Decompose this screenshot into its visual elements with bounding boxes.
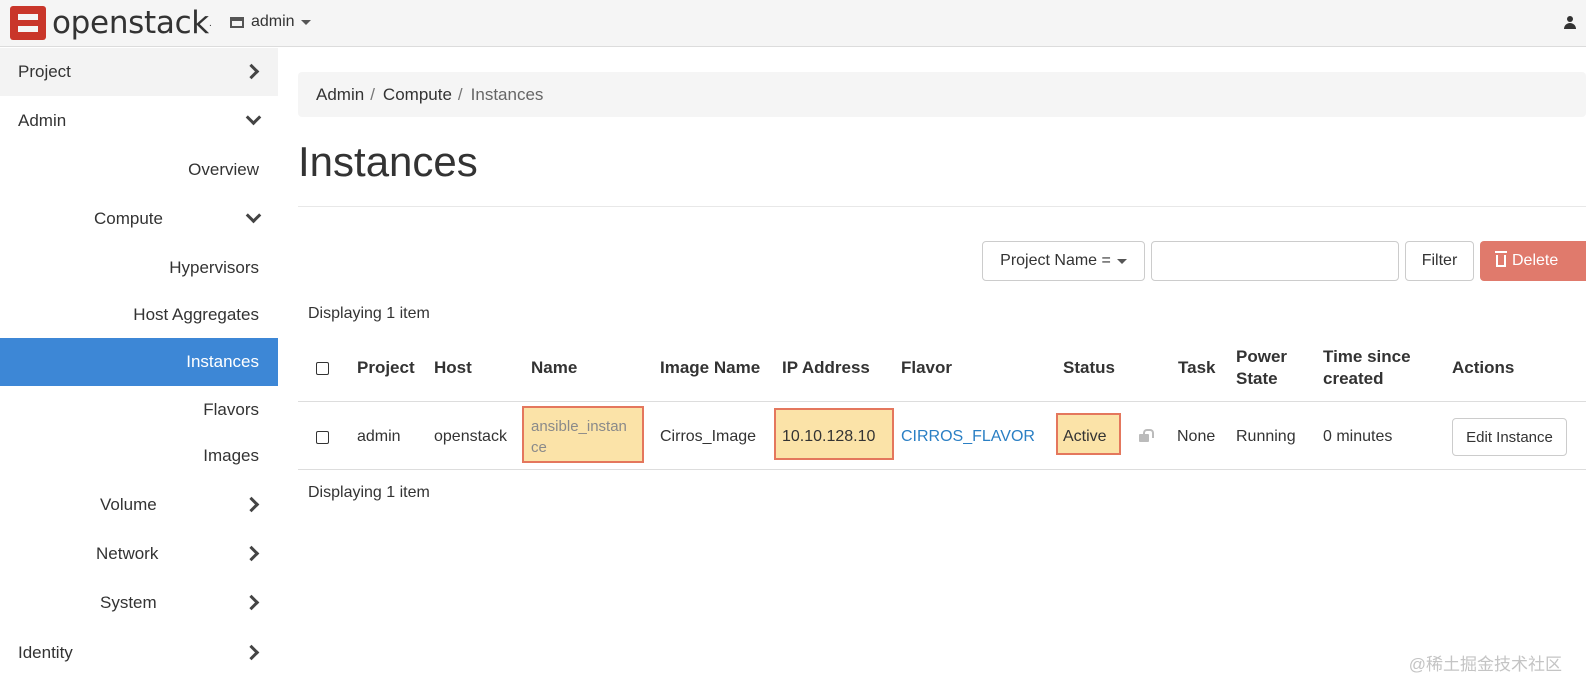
- column-header-ip-address[interactable]: IP Address: [782, 357, 870, 379]
- breadcrumb-separator: /: [370, 84, 375, 104]
- brand-name: openstack: [52, 5, 209, 41]
- column-header-power-state[interactable]: Power State: [1236, 346, 1287, 390]
- column-header-status[interactable]: Status: [1063, 357, 1115, 379]
- breadcrumb-compute[interactable]: Compute: [383, 85, 452, 105]
- sidebar-item-instances[interactable]: Instances: [0, 338, 278, 386]
- sidebar-item-system[interactable]: System: [0, 579, 278, 627]
- chevron-down-icon: [244, 113, 260, 129]
- sidebar-item-label: Admin: [18, 111, 67, 130]
- sidebar-item-label: Images: [203, 446, 259, 465]
- cell-task: None: [1177, 428, 1216, 445]
- sidebar-item-volume[interactable]: Volume: [0, 481, 278, 529]
- column-header-time-since-line1: Time since: [1323, 347, 1411, 366]
- table-row-divider: [298, 401, 1586, 402]
- chevron-right-icon: [244, 497, 260, 513]
- sidebar-item-label: Compute: [94, 209, 163, 228]
- caret-down-icon: [1116, 258, 1127, 264]
- sidebar-item-overview[interactable]: Overview: [0, 146, 278, 194]
- chevron-right-icon: [244, 595, 260, 611]
- sidebar-item-host-aggregates[interactable]: Host Aggregates: [0, 291, 278, 339]
- breadcrumb-admin[interactable]: Admin: [316, 85, 364, 105]
- row-checkbox[interactable]: [316, 431, 329, 444]
- server-icon: [230, 16, 244, 28]
- sidebar-item-label: Network: [96, 544, 159, 563]
- user-icon[interactable]: [1564, 16, 1576, 30]
- cell-image-name: Cirros_Image: [660, 428, 757, 445]
- chevron-down-icon: [244, 211, 260, 227]
- watermark: @稀土掘金技术社区: [1408, 655, 1562, 674]
- sidebar-item-flavors[interactable]: Flavors: [0, 386, 278, 434]
- column-header-actions: Actions: [1452, 358, 1515, 377]
- breadcrumb-current: Instances: [470, 84, 544, 104]
- column-header-power-state-line1: Power: [1236, 347, 1288, 366]
- cell-status: Active: [1063, 428, 1107, 445]
- cell-name-line2: ce: [531, 439, 547, 456]
- sidebar-item-admin[interactable]: Admin: [0, 97, 278, 145]
- column-header-task[interactable]: Task: [1178, 357, 1216, 379]
- item-count-bottom: Displaying 1 item: [308, 484, 430, 501]
- sidebar-item-project[interactable]: Project: [0, 48, 278, 96]
- openstack-logo-icon: [10, 6, 46, 40]
- column-header-time-since-created[interactable]: Time since created: [1323, 346, 1411, 390]
- sidebar-item-compute[interactable]: Compute: [0, 195, 278, 243]
- breadcrumb-separator: /: [457, 84, 463, 104]
- sidebar-item-label: Host Aggregates: [133, 305, 259, 324]
- brand-mark: .: [208, 17, 212, 29]
- filter-input[interactable]: [1151, 241, 1399, 281]
- top-navbar: openstack. admin: [0, 0, 1586, 47]
- cell-flavor-link[interactable]: CIRROS_FLAVOR: [901, 426, 1035, 448]
- sidebar-item-label: Volume: [100, 495, 157, 514]
- caret-down-icon: [300, 19, 311, 25]
- cell-host: openstack: [434, 428, 507, 445]
- cell-ip-address: 10.10.128.10: [782, 428, 876, 445]
- cell-project: admin: [357, 428, 401, 445]
- column-header-power-state-line2: State: [1236, 369, 1278, 388]
- filter-field-label: Project Name =: [1000, 252, 1111, 269]
- sidebar-item-label: Overview: [188, 160, 259, 179]
- cell-name-line1: ansible_instan: [531, 418, 627, 435]
- lock-icon[interactable]: [1139, 429, 1154, 443]
- delete-button-label: Delete: [1512, 252, 1559, 269]
- delete-instances-button[interactable]: Delete: [1480, 241, 1586, 281]
- chevron-right-icon: [244, 64, 260, 80]
- column-header-name[interactable]: Name: [531, 357, 577, 379]
- column-header-host[interactable]: Host: [434, 357, 472, 379]
- table-row-divider: [298, 469, 1586, 470]
- column-header-flavor[interactable]: Flavor: [901, 357, 952, 379]
- sidebar-item-label: Instances: [186, 352, 259, 371]
- chevron-right-icon: [244, 546, 260, 562]
- chevron-right-icon: [244, 645, 260, 661]
- cell-time-since-created: 0 minutes: [1323, 428, 1393, 445]
- cell-power-state: Running: [1236, 428, 1296, 445]
- sidebar-item-label: Flavors: [203, 400, 259, 419]
- sidebar-item-hypervisors[interactable]: Hypervisors: [0, 244, 278, 292]
- filter-button[interactable]: Filter: [1405, 241, 1474, 281]
- project-selector-label: admin: [251, 13, 295, 30]
- edit-instance-button[interactable]: Edit Instance: [1452, 418, 1567, 456]
- sidebar-item-label: Identity: [18, 643, 73, 662]
- page-title: Instances: [298, 138, 478, 185]
- breadcrumb: Admin / Compute / Instances: [298, 72, 1586, 117]
- project-selector[interactable]: admin: [230, 13, 311, 31]
- sidebar-item-identity[interactable]: Identity: [0, 629, 278, 677]
- trash-icon: [1495, 251, 1507, 267]
- sidebar-item-label: System: [100, 593, 157, 612]
- filter-field-select[interactable]: Project Name =: [982, 241, 1145, 281]
- sidebar: Project Admin Overview Compute Hyperviso…: [0, 48, 278, 685]
- cell-name[interactable]: ansible_instan ce: [531, 416, 627, 458]
- divider: [298, 206, 1586, 207]
- sidebar-item-network[interactable]: Network: [0, 530, 278, 578]
- item-count-top: Displaying 1 item: [308, 305, 430, 322]
- column-header-project[interactable]: Project: [357, 357, 415, 379]
- brand[interactable]: openstack.: [10, 5, 212, 41]
- column-header-time-since-line2: created: [1323, 369, 1384, 388]
- select-all-checkbox[interactable]: [316, 362, 329, 375]
- sidebar-item-label: Project: [18, 62, 71, 81]
- column-header-image-name[interactable]: Image Name: [660, 357, 760, 379]
- sidebar-item-images[interactable]: Images: [0, 432, 278, 480]
- sidebar-item-label: Hypervisors: [169, 258, 259, 277]
